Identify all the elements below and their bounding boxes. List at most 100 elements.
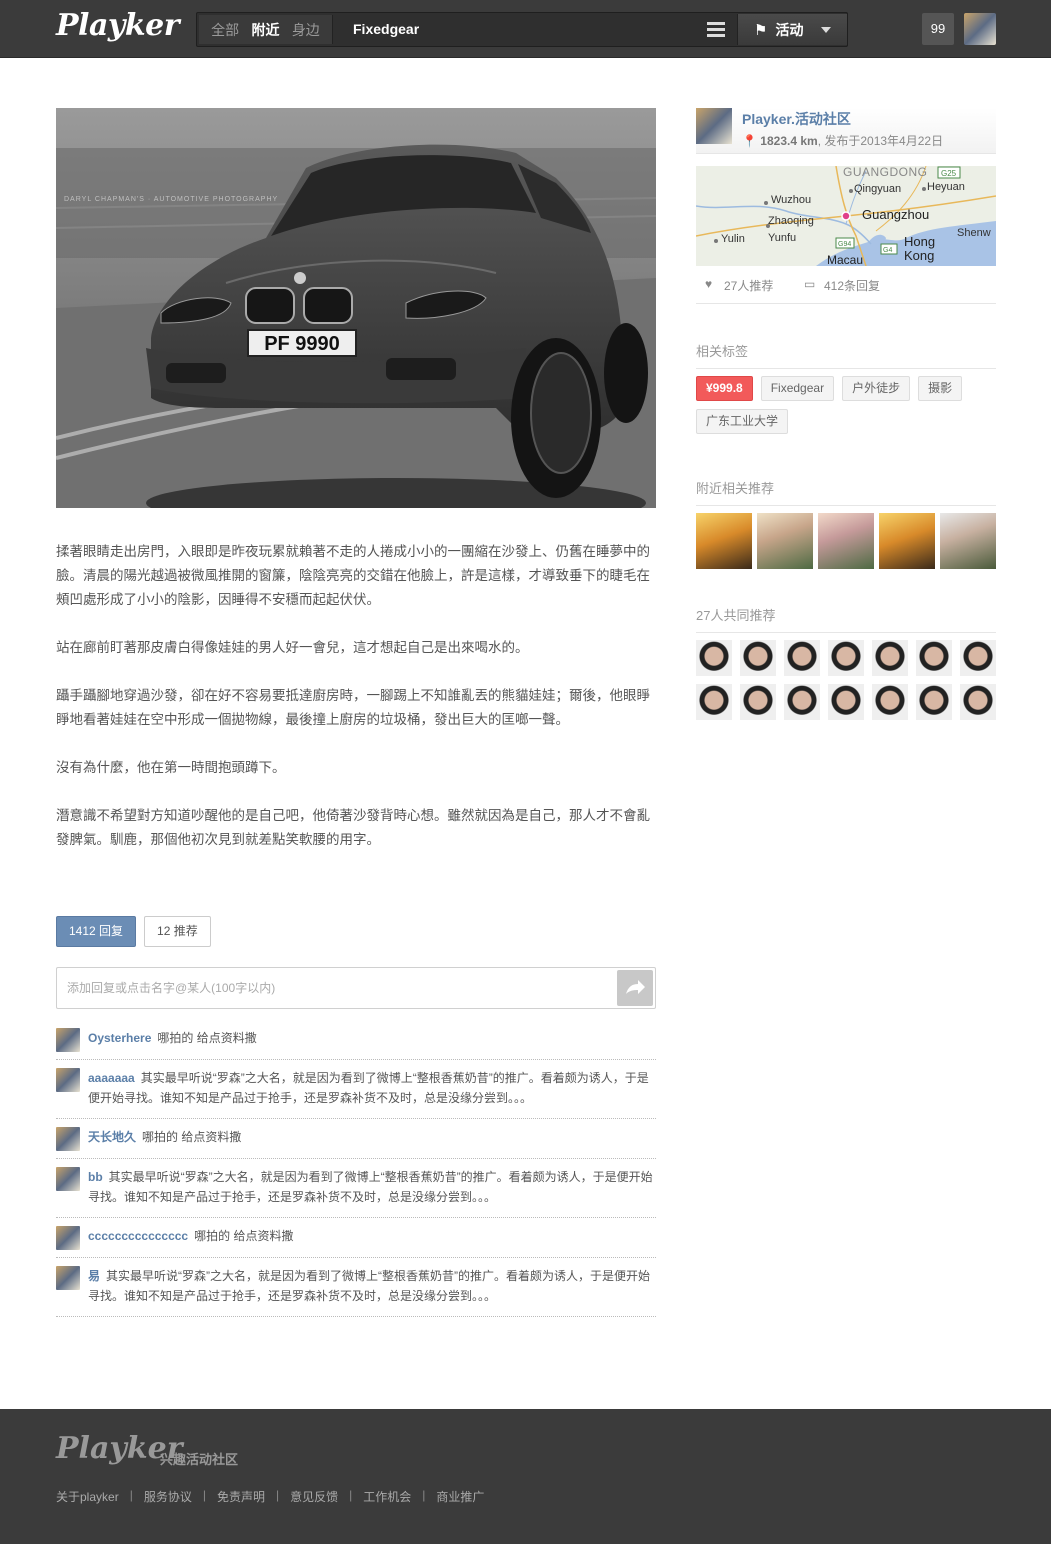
recommender-avatar[interactable] bbox=[740, 640, 776, 676]
comment-item: bb 其实最早听说“罗森”之大名，就是因为看到了微博上“整根香蕉奶昔”的推广。看着… bbox=[56, 1159, 656, 1218]
reply-input[interactable]: 添加回复或点击名字@某人(100字以内) bbox=[56, 967, 656, 1009]
menu-icon[interactable] bbox=[707, 22, 725, 37]
flag-icon: ⚑ bbox=[754, 21, 768, 39]
recommender-avatar[interactable] bbox=[872, 684, 908, 720]
map-label-qingyuan: Qingyuan bbox=[854, 183, 901, 195]
send-button[interactable] bbox=[617, 970, 653, 1006]
activity-dropdown-button[interactable]: ⚑ 活动 bbox=[737, 14, 847, 45]
tag-item[interactable]: 广东工业大学 bbox=[696, 409, 789, 434]
footer-separator: | bbox=[349, 1488, 353, 1502]
tab-replies[interactable]: 1412 回复 bbox=[56, 916, 137, 947]
commenter-name[interactable]: ccccccccccccccc bbox=[88, 1229, 188, 1243]
recommender-avatars bbox=[696, 640, 996, 720]
footer-link-disclaimer[interactable]: 免责声明 bbox=[217, 1488, 265, 1505]
commenter-name[interactable]: aaaaaaa bbox=[88, 1071, 135, 1085]
photo-watermark: DARYL CHAPMAN'S · AUTOMOTIVE PHOTOGRAPHY bbox=[64, 196, 278, 203]
article-paragraph: 潛意識不希望對方知道吵醒他的是自己吧，他倚著沙發背時心想。雖然就因為是自己，那人… bbox=[56, 808, 650, 848]
recommender-avatar[interactable] bbox=[696, 684, 732, 720]
car-photo-illustration: PF 9990 DARYL CHAPMAN'S · AUTOMOTIVE PHO… bbox=[56, 108, 656, 508]
likes-count[interactable]: 27人推荐 bbox=[724, 277, 773, 294]
nearby-thumbnail[interactable] bbox=[940, 513, 996, 569]
tags-section: 相关标签 bbox=[696, 341, 996, 369]
comment-list: Oysterhere 哪拍的 给点资料撒 aaaaaaa 其实最早听说“罗森”之大名… bbox=[56, 1020, 656, 1317]
recommender-avatar[interactable] bbox=[960, 640, 996, 676]
post-stats: ♥ 27人推荐 ▭ 412条回复 bbox=[696, 276, 996, 304]
playker-logo[interactable]: Playker bbox=[56, 8, 180, 43]
recommender-avatar[interactable] bbox=[740, 684, 776, 720]
comment-item: 天长地久 哪拍的 给点资料撒 bbox=[56, 1119, 656, 1159]
comment-item: aaaaaaa 其实最早听说“罗森”之大名，就是因为看到了微博上“整根香蕉奶昔”的… bbox=[56, 1060, 656, 1119]
map-label-zhaoqing: Zhaoqing bbox=[768, 215, 814, 227]
footer-link-about[interactable]: 关于playker bbox=[56, 1488, 119, 1505]
footer-link-feedback[interactable]: 意见反馈 bbox=[290, 1488, 338, 1505]
article-body: 揉著眼睛走出房門，入眼即是昨夜玩累就賴著不走的人捲成小小的一團縮在沙發上、仍舊在… bbox=[56, 540, 656, 876]
commenter-avatar[interactable] bbox=[56, 1127, 80, 1151]
recommender-avatar[interactable] bbox=[916, 684, 952, 720]
footer-separator: | bbox=[275, 1488, 280, 1502]
recommender-avatar[interactable] bbox=[960, 684, 996, 720]
article-paragraph: 沒有為什麼，他在第一時間抱頭蹲下。 bbox=[56, 760, 286, 776]
comment-item: Oysterhere 哪拍的 给点资料撒 bbox=[56, 1020, 656, 1060]
comment-item: 易其实最早听说“罗森”之大名，就是因为看到了微博上“整根香蕉奶昔”的推广。看着颇… bbox=[56, 1258, 656, 1317]
map-label-g4: G4 bbox=[883, 247, 892, 254]
location-map[interactable]: GUANGDONG G25 Wuzhou Qingyuan Heyuan Zha… bbox=[696, 166, 996, 266]
commenter-name[interactable]: 易 bbox=[88, 1269, 100, 1283]
recommender-avatar[interactable] bbox=[784, 684, 820, 720]
commenter-avatar[interactable] bbox=[56, 1068, 80, 1092]
scope-switcher: 全部 附近 身边 bbox=[199, 15, 333, 44]
article-paragraph: 揉著眼睛走出房門，入眼即是昨夜玩累就賴著不走的人捲成小小的一團縮在沙發上、仍舊在… bbox=[56, 544, 650, 608]
recommender-avatar[interactable] bbox=[828, 640, 864, 676]
map-label-shenzhen: Shenw bbox=[957, 227, 991, 239]
article-paragraph: 躡手躡腳地穿過沙發，卻在好不容易要抵達廚房時，一腳踢上不知誰亂丟的熊貓娃娃；爾後… bbox=[56, 688, 650, 728]
activity-label: 活动 bbox=[775, 21, 804, 38]
commenter-avatar[interactable] bbox=[56, 1266, 80, 1290]
nearby-thumbnails bbox=[696, 513, 996, 569]
map-label-yunfu: Yunfu bbox=[768, 232, 796, 244]
scope-around[interactable]: 身边 bbox=[292, 20, 320, 40]
footer-separator: | bbox=[202, 1488, 206, 1502]
tag-list: ¥999.8 Fixedgear 户外徒步 摄影 广东工业大学 bbox=[696, 376, 996, 434]
commenter-name[interactable]: bb bbox=[88, 1170, 103, 1184]
reply-count[interactable]: 412条回复 bbox=[824, 277, 880, 294]
search-input[interactable]: Fixedgear bbox=[353, 13, 419, 46]
user-avatar[interactable] bbox=[964, 13, 996, 45]
scope-nearby[interactable]: 附近 bbox=[251, 20, 279, 40]
commenter-name[interactable]: 天长地久 bbox=[88, 1130, 136, 1144]
recommender-avatar[interactable] bbox=[872, 640, 908, 676]
heart-icon[interactable]: ♥ bbox=[705, 277, 712, 291]
distance: 1823.4 km bbox=[760, 134, 818, 148]
hero-photo[interactable]: PF 9990 DARYL CHAPMAN'S · AUTOMOTIVE PHO… bbox=[56, 108, 656, 508]
footer: Playker 兴趣活动社区 关于playker | 服务协议 | 免责声明 |… bbox=[0, 1409, 1051, 1544]
tab-recommends[interactable]: 12 推荐 bbox=[144, 916, 211, 947]
commenter-avatar[interactable] bbox=[56, 1167, 80, 1191]
tag-item[interactable]: Fixedgear bbox=[760, 376, 835, 401]
commenter-name[interactable]: Oysterhere bbox=[88, 1031, 151, 1045]
commenter-avatar[interactable] bbox=[56, 1226, 80, 1250]
share-arrow-icon bbox=[626, 980, 645, 994]
notification-badge[interactable]: 99 bbox=[922, 13, 954, 45]
footer-link-jobs[interactable]: 工作机会 bbox=[363, 1488, 411, 1505]
footer-link-business[interactable]: 商业推广 bbox=[436, 1488, 484, 1505]
community-card: Playker.活动社区 📍 1823.4 km, 发布于2013年4月22日 bbox=[696, 108, 996, 154]
footer-link-terms[interactable]: 服务协议 bbox=[144, 1488, 192, 1505]
nearby-thumbnail[interactable] bbox=[818, 513, 874, 569]
nearby-thumbnail[interactable] bbox=[757, 513, 813, 569]
map-label-guangzhou: Guangzhou bbox=[862, 207, 929, 222]
tag-price[interactable]: ¥999.8 bbox=[696, 376, 753, 401]
commenter-avatar[interactable] bbox=[56, 1028, 80, 1052]
community-avatar[interactable] bbox=[696, 108, 732, 144]
license-plate-text: PF 9990 bbox=[264, 333, 340, 355]
tag-item[interactable]: 摄影 bbox=[918, 376, 963, 401]
nearby-thumbnail[interactable] bbox=[879, 513, 935, 569]
chevron-down-icon bbox=[821, 26, 832, 33]
recommender-avatar[interactable] bbox=[784, 640, 820, 676]
recommender-avatar[interactable] bbox=[916, 640, 952, 676]
recommender-avatar[interactable] bbox=[828, 684, 864, 720]
map-label-macau: Macau bbox=[827, 253, 863, 266]
nearby-thumbnail[interactable] bbox=[696, 513, 752, 569]
recommender-avatar[interactable] bbox=[696, 640, 732, 676]
community-name[interactable]: Playker.活动社区 bbox=[742, 109, 851, 129]
scope-all[interactable]: 全部 bbox=[211, 20, 239, 40]
search-bar: 全部 附近 身边 Fixedgear ⚑ 活动 bbox=[196, 12, 848, 47]
tag-item[interactable]: 户外徒步 bbox=[842, 376, 911, 401]
